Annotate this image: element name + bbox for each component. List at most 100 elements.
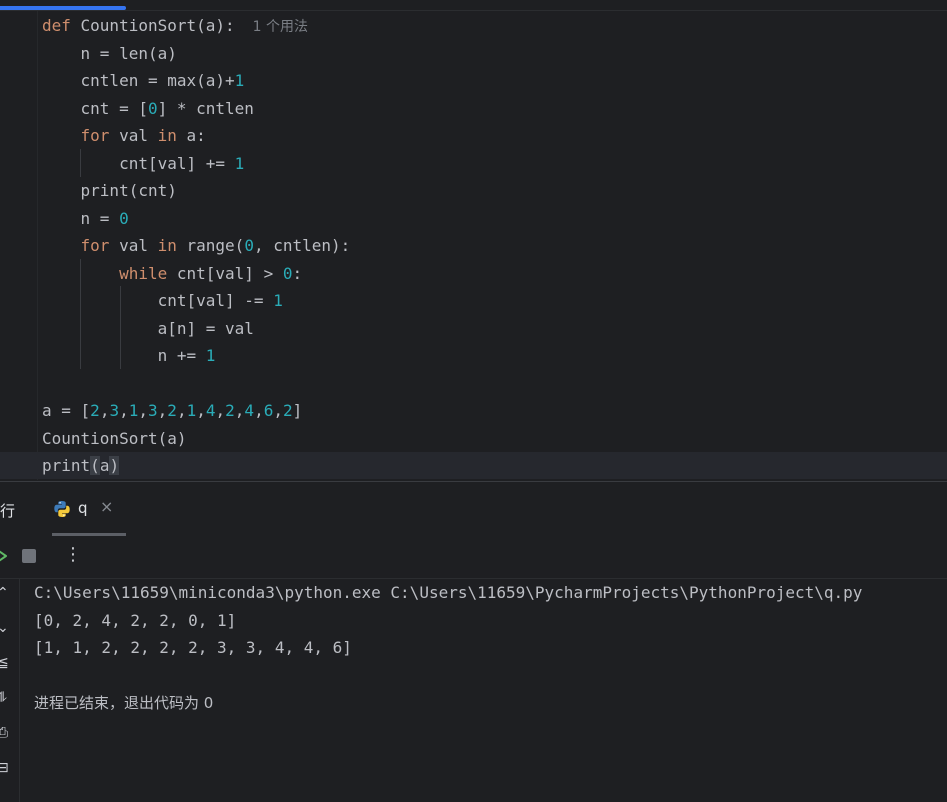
code-token: cnt[val] >: [167, 263, 283, 283]
rerun-icon[interactable]: [0, 546, 8, 566]
code-token: 1: [205, 346, 216, 365]
code-token: 3: [148, 401, 158, 420]
code-token: cnt = [: [42, 98, 148, 118]
code-line[interactable]: for val in range(0, cntlen):: [42, 232, 351, 259]
more-options-icon[interactable]: ⋮: [64, 544, 82, 565]
code-token: ,: [138, 401, 149, 420]
code-line[interactable]: print(cnt): [42, 177, 177, 204]
code-token: 4: [244, 401, 255, 420]
code-token: , cntlen):: [253, 236, 351, 255]
run-toolwindow-title: 行: [0, 502, 16, 520]
code-token: for: [80, 126, 110, 145]
run-toolbar: ⋮: [0, 536, 947, 579]
run-toolwindow-header: 行 q ×: [0, 481, 947, 537]
code-token: n =: [42, 208, 120, 228]
code-line[interactable]: CountionSort(a): [42, 425, 187, 452]
code-line[interactable]: cntlen = max(a)+1: [42, 67, 245, 94]
code-line[interactable]: n += 1: [42, 342, 216, 369]
code-token: def: [42, 16, 81, 35]
code-token: 2: [282, 401, 293, 420]
code-token: a = [: [42, 401, 91, 420]
console-line: 进程已结束，退出代码为 0: [34, 694, 214, 712]
code-line[interactable]: n = 0: [42, 205, 129, 232]
python-icon: [54, 501, 70, 517]
code-token: ] * cntlen: [157, 98, 254, 118]
code-token: range(: [176, 236, 245, 255]
code-line[interactable]: a = [2,3,1,3,2,1,4,2,4,6,2]: [42, 397, 302, 424]
console-line: [1, 1, 2, 2, 2, 2, 3, 3, 4, 4, 6]: [34, 638, 352, 657]
tab-label: q: [78, 499, 88, 517]
code-token: a[n] = val: [42, 318, 254, 338]
code-token: ,: [273, 401, 283, 420]
usage-hint[interactable]: 1 个用法: [253, 19, 308, 35]
code-line[interactable]: n = len(a): [42, 40, 177, 67]
code-token: ,: [119, 401, 129, 420]
code-line[interactable]: a[n] = val: [42, 315, 254, 342]
code-token: CountionSort(a):: [80, 16, 235, 35]
code-line[interactable]: while cnt[val] > 0:: [42, 260, 302, 287]
code-token: ,: [215, 401, 226, 420]
code-token: ,: [157, 401, 168, 420]
code-token: in: [157, 126, 177, 145]
gutter-separator: [37, 11, 38, 480]
code-token: n +=: [42, 346, 206, 365]
close-icon[interactable]: ×: [100, 497, 113, 516]
code-token: n = len(a): [42, 43, 177, 63]
code-token: 1: [128, 401, 139, 420]
code-token: in: [157, 236, 177, 255]
code-token: val: [109, 236, 158, 255]
code-token: :: [292, 263, 303, 283]
code-line[interactable]: for val in a:: [42, 122, 206, 149]
code-editor[interactable]: def CountionSort(a): 1 个用法 n = len(a) cnt…: [0, 0, 947, 480]
code-line[interactable]: def CountionSort(a): 1 个用法: [42, 12, 308, 39]
code-token: 0: [119, 208, 129, 228]
code-line[interactable]: cnt[val] += 1: [42, 150, 244, 177]
code-token: 1: [234, 71, 245, 90]
console-side-toolbar: ⌃ ⌄ ≦ ⥮ ⎙ ⊟: [0, 579, 20, 802]
code-token: 6: [263, 401, 274, 420]
code-line[interactable]: cnt = [0] * cntlen: [42, 95, 254, 122]
console-side-icon[interactable]: ⥮: [0, 690, 11, 706]
code-token: 0: [244, 236, 254, 255]
code-token: print(cnt): [42, 181, 177, 200]
code-line[interactable]: print(a): [42, 452, 120, 479]
code-token: 2: [167, 401, 177, 420]
code-line[interactable]: cnt[val] -= 1: [42, 287, 283, 314]
console-line: [0, 2, 4, 2, 2, 0, 1]: [34, 610, 237, 630]
code-token: while: [119, 263, 168, 283]
console-side-icon[interactable]: ⌄: [0, 620, 11, 636]
code-token: ,: [254, 401, 264, 420]
code-token: 1: [234, 153, 245, 173]
code-token: a: [99, 456, 110, 475]
code-token: ,: [234, 401, 245, 420]
console-side-icon[interactable]: ≦: [0, 655, 11, 671]
current-line-highlight: [0, 452, 947, 479]
code-token: 3: [109, 401, 120, 420]
code-token: cntlen = max(a)+: [42, 71, 235, 90]
line-gutter[interactable]: [0, 11, 36, 480]
console-output[interactable]: C:\Users\11659\miniconda3\python.exe C:\…: [20, 579, 947, 802]
tab-run-q[interactable]: q ×: [42, 482, 126, 536]
code-token: ]: [292, 401, 303, 420]
code-token: ,: [196, 401, 206, 420]
console-line: C:\Users\11659\miniconda3\python.exe C:\…: [34, 583, 863, 602]
code-token: CountionSort(a): [42, 428, 187, 448]
editor-top-divider: [0, 10, 947, 11]
code-token: ): [109, 456, 120, 475]
code-token: (: [90, 456, 100, 475]
code-token: a:: [176, 126, 206, 145]
code-token: ,: [99, 401, 110, 420]
stop-button[interactable]: [22, 549, 36, 563]
code-token: 1: [273, 291, 283, 310]
code-token: for: [80, 236, 110, 255]
console-side-icon[interactable]: ⎙: [0, 725, 11, 741]
code-token: 0: [147, 98, 158, 118]
console-side-icon[interactable]: ⊟: [0, 760, 11, 776]
code-token: cnt[val] +=: [42, 153, 235, 173]
code-token: 2: [225, 401, 235, 420]
console-side-icon[interactable]: ⌃: [0, 585, 11, 601]
code-token: val: [109, 126, 158, 145]
